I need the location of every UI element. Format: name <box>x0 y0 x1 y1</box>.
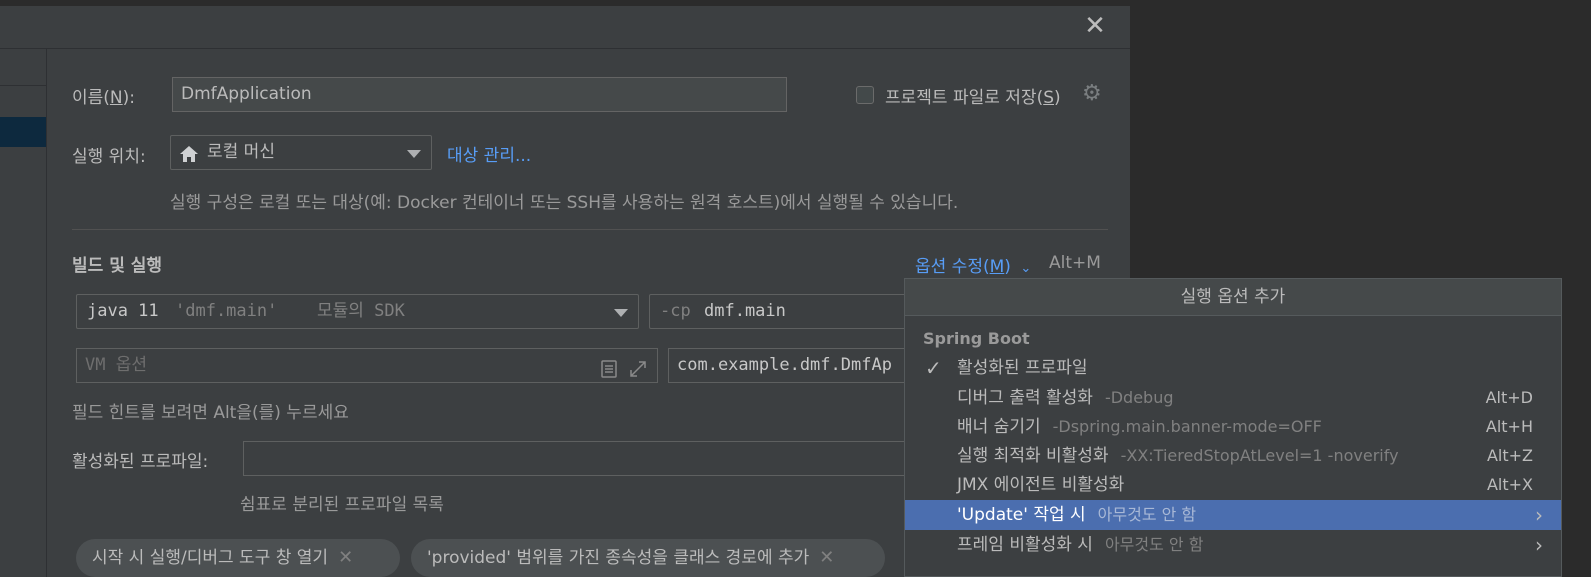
close-icon[interactable]: ✕ <box>1084 13 1106 39</box>
check-icon: ✓ <box>925 356 942 380</box>
run-on-combo[interactable]: 로컬 머신 <box>170 135 432 170</box>
name-field[interactable]: DmfApplication <box>172 77 787 112</box>
modify-options-shortcut: Alt+M <box>1049 253 1101 273</box>
option-chip-provided-scope[interactable]: 'provided' 범위를 가진 종속성을 클래스 경로에 추가 ✕ <box>411 539 885 577</box>
chevron-down-icon <box>614 308 628 317</box>
chevron-right-icon: › <box>1535 503 1543 527</box>
popup-group-spring-boot: Spring Boot <box>923 329 1030 348</box>
add-run-options-popup: 실행 옵션 추가 Spring Boot ✓ 활성화된 프로파일 디버그 출력 … <box>904 278 1562 577</box>
expand-text-icon[interactable] <box>601 357 617 378</box>
active-profiles-label: 활성화된 프로파일: <box>72 452 209 472</box>
menu-item-enable-debug-output[interactable]: 디버그 출력 활성화 -Ddebug Alt+D <box>905 383 1561 413</box>
menu-item-on-frame-deactivation[interactable]: 프레임 비활성화 시 아무것도 안 함 › <box>905 530 1561 560</box>
home-icon <box>179 143 199 163</box>
run-on-value: 로컬 머신 <box>207 142 275 162</box>
modify-options-link[interactable]: 옵션 수정(M) ⌄ <box>915 252 1031 277</box>
option-chip-open-tool-window[interactable]: 시작 시 실행/디버그 도구 창 열기 ✕ <box>76 539 400 577</box>
chevron-down-icon <box>407 149 421 158</box>
menu-item-disable-jmx-agent[interactable]: JMX 에이전트 비활성화 Alt+X <box>905 470 1561 500</box>
name-label: 이름(N): <box>72 88 136 108</box>
popup-title: 실행 옵션 추가 <box>905 279 1561 316</box>
sidebar-item-selected[interactable] <box>0 117 46 147</box>
section-separator <box>72 229 1108 230</box>
active-profiles-hint: 쉼표로 분리된 프로파일 목록 <box>240 495 444 515</box>
close-icon[interactable]: ✕ <box>819 547 834 568</box>
menu-item-hide-banner[interactable]: 배너 숨기기 -Dspring.main.banner-mode=OFF Alt+… <box>905 412 1561 442</box>
vm-options-field[interactable]: VM 옵션 <box>76 348 658 383</box>
gear-icon[interactable]: ⚙ <box>1082 83 1102 105</box>
menu-item-disable-launch-optimization[interactable]: 실행 최적화 비활성화 -XX:TieredStopAtLevel=1 -nove… <box>905 441 1561 471</box>
dialog-titlebar: ✕ <box>0 6 1130 49</box>
chevron-down-icon: ⌄ <box>1020 261 1032 276</box>
manage-targets-link[interactable]: 대상 관리... <box>447 141 531 166</box>
run-on-hint: 실행 구성은 로컬 또는 대상(예: Docker 컨테이너 또는 SSH를 사… <box>170 193 959 213</box>
chevron-right-icon: › <box>1535 533 1543 557</box>
maximize-icon[interactable] <box>629 357 647 377</box>
close-icon[interactable]: ✕ <box>338 547 353 568</box>
save-to-project-label[interactable]: 프로젝트 파일로 저장(S) <box>885 83 1061 108</box>
menu-item-on-update-action[interactable]: 'Update' 작업 시 아무것도 안 함 › <box>905 500 1561 530</box>
sidebar-divider <box>0 85 46 86</box>
build-run-heading: 빌드 및 실행 <box>72 256 163 276</box>
field-hint-text: 필드 힌트를 보려면 Alt을(를) 누르세요 <box>72 403 349 423</box>
menu-item-active-profiles[interactable]: ✓ 활성화된 프로파일 <box>905 353 1561 383</box>
active-profiles-field[interactable] <box>243 441 943 476</box>
run-on-label: 실행 위치: <box>72 147 146 167</box>
configurations-sidebar <box>0 49 47 577</box>
jre-sdk-combo[interactable]: java 11 'dmf.main' 모듈의 SDK <box>76 294 639 329</box>
save-to-project-checkbox[interactable] <box>856 86 874 104</box>
